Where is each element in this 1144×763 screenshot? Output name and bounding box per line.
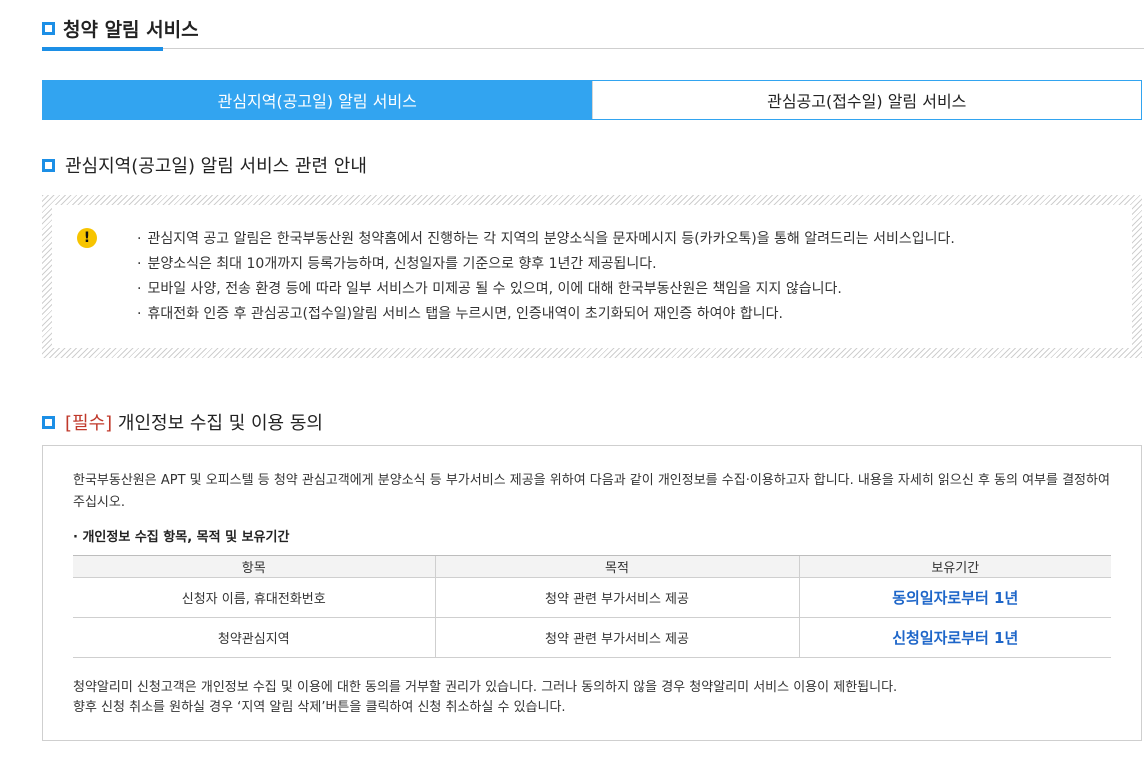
list-item: · 휴대전화 인증 후 관심공고(접수일)알림 서비스 탭을 누르시면, 인증내역… (137, 302, 955, 327)
square-bullet-icon (42, 415, 55, 429)
consent-footer-line: 향후 신청 취소를 원하실 경우 ‘지역 알림 삭제’버튼을 클릭하여 신청 취… (73, 700, 566, 715)
title-divider (42, 48, 1144, 49)
notice-item-text: 모바일 사양, 전송 환경 등에 따라 일부 서비스가 미제공 될 수 있으며,… (147, 281, 842, 297)
table-cell: 청약 관련 부가서비스 제공 (434, 577, 799, 618)
bullet-dot: · (137, 281, 142, 297)
consent-heading-label: 개인정보 수집 및 이용 동의 (117, 413, 323, 434)
page-title-text: 청약 알림 서비스 (63, 18, 199, 41)
notice-list: · 관심지역 공고 알림은 한국부동산원 청약홈에서 진행하는 각 지역의 분양소… (137, 227, 955, 327)
consent-box: 한국부동산원은 APT 및 오피스텔 등 청약 관심고객에게 분양소식 등 부가… (42, 445, 1142, 741)
page-title: 청약 알림 서비스 (42, 14, 199, 42)
list-item: · 관심지역 공고 알림은 한국부동산원 청약홈에서 진행하는 각 지역의 분양소… (137, 227, 955, 252)
table-cell: 청약 관련 부가서비스 제공 (434, 617, 799, 658)
notice-heading-text: 관심지역(공고일) 알림 서비스 관련 안내 (65, 156, 367, 177)
warning-icon: ! (77, 228, 97, 248)
table-cell: 청약관심지역 (73, 617, 435, 658)
column-header-retention: 보유기간 (798, 555, 1111, 578)
list-item: · 분양소식은 최대 10개까지 등록가능하며, 신청일자를 기준으로 향후 1년… (137, 252, 955, 277)
tab-announcement-alert[interactable]: 관심공고(접수일) 알림 서비스 (591, 81, 1141, 119)
table-row: 신청자 이름, 휴대전화번호 청약 관련 부가서비스 제공 동의일자로부터 1년 (73, 577, 1111, 618)
column-header-item: 항목 (73, 555, 435, 578)
table-cell: 신청자 이름, 휴대전화번호 (73, 577, 435, 618)
list-item: · 모바일 사양, 전송 환경 등에 따라 일부 서비스가 미제공 될 수 있으며… (137, 277, 955, 302)
consent-heading-text: [필수] 개인정보 수집 및 이용 동의 (65, 409, 323, 435)
notice-item-text: 휴대전화 인증 후 관심공고(접수일)알림 서비스 탭을 누르시면, 인증내역이… (147, 306, 783, 322)
consent-table: 항목 목적 보유기간 신청자 이름, 휴대전화번호 청약 관련 부가서비스 제공… (73, 555, 1111, 658)
notice-item-text: 분양소식은 최대 10개까지 등록가능하며, 신청일자를 기준으로 향후 1년간… (147, 256, 657, 272)
retention-cell: 동의일자로부터 1년 (798, 577, 1111, 618)
consent-subhead: · 개인정보 수집 항목, 목적 및 보유기간 (73, 530, 290, 545)
retention-cell: 신청일자로부터 1년 (798, 617, 1111, 658)
tab-region-alert[interactable]: 관심지역(공고일) 알림 서비스 (43, 81, 592, 119)
bullet-dot: · (137, 306, 142, 322)
table-header-row: 항목 목적 보유기간 (73, 555, 1111, 578)
column-header-purpose: 목적 (434, 555, 799, 578)
square-bullet-icon (42, 21, 55, 35)
notice-box: ! · 관심지역 공고 알림은 한국부동산원 청약홈에서 진행하는 각 지역의 분… (42, 195, 1142, 358)
required-label: [필수] (65, 413, 113, 434)
consent-heading: [필수] 개인정보 수집 및 이용 동의 (42, 409, 323, 435)
notice-box-inner: ! · 관심지역 공고 알림은 한국부동산원 청약홈에서 진행하는 각 지역의 분… (52, 205, 1132, 348)
bullet-dot: · (137, 231, 142, 247)
table-row: 청약관심지역 청약 관련 부가서비스 제공 신청일자로부터 1년 (73, 617, 1111, 658)
square-bullet-icon (42, 158, 55, 172)
consent-footer-line: 청약알리미 신청고객은 개인정보 수집 및 이용에 대한 동의를 거부할 권리가… (73, 680, 898, 695)
notice-heading: 관심지역(공고일) 알림 서비스 관련 안내 (42, 152, 367, 178)
service-tabs: 관심지역(공고일) 알림 서비스 관심공고(접수일) 알림 서비스 (42, 80, 1142, 120)
consent-intro: 한국부동산원은 APT 및 오피스텔 등 청약 관심고객에게 분양소식 등 부가… (73, 473, 1110, 510)
title-divider-accent (42, 47, 163, 51)
notice-item-text: 관심지역 공고 알림은 한국부동산원 청약홈에서 진행하는 각 지역의 분양소식… (147, 231, 955, 247)
bullet-dot: · (137, 256, 142, 272)
consent-footer: 청약알리미 신청고객은 개인정보 수집 및 이용에 대한 동의를 거부할 권리가… (73, 678, 897, 718)
